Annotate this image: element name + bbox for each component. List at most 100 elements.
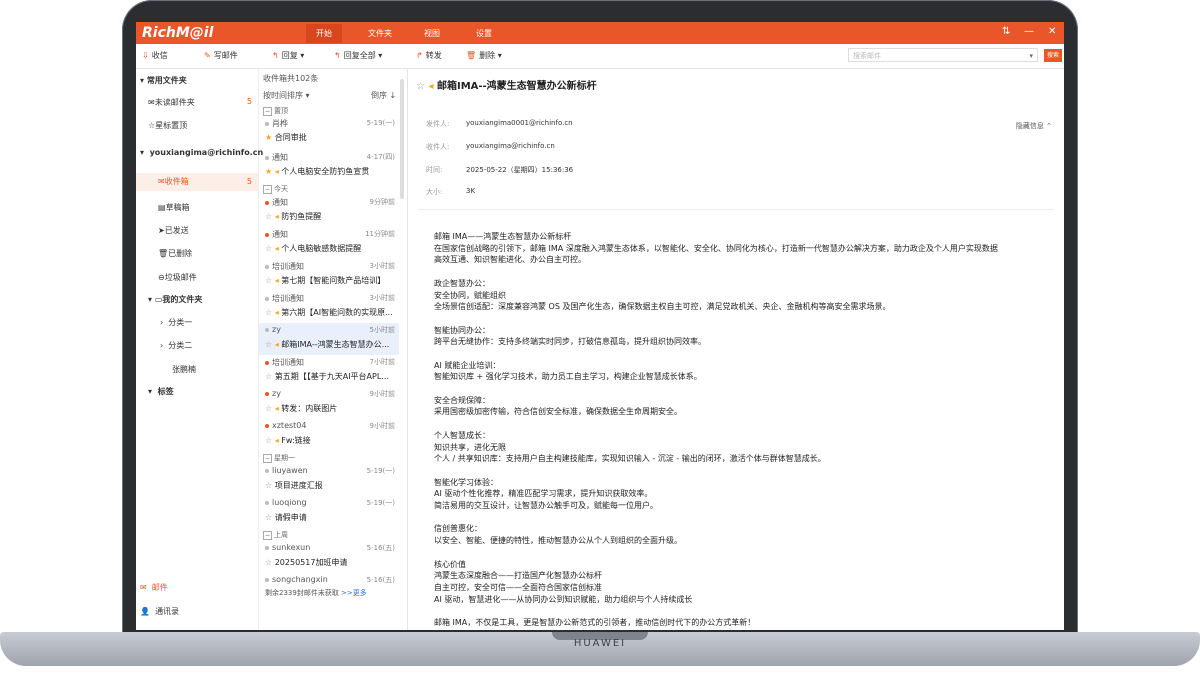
tab-view[interactable]: 视图 — [424, 28, 440, 39]
restore-icon[interactable]: ⇅ — [1002, 26, 1010, 37]
scrollbar[interactable] — [400, 79, 404, 199]
sidebar-item-unread[interactable]: ✉未读邮件夹 5 — [148, 97, 258, 108]
flag-icon[interactable]: ◂ — [275, 404, 279, 413]
sidebar-item-deleted[interactable]: 🗑已删除 — [158, 248, 192, 259]
list-item[interactable]: liuyawen 5-19(一) ☆ 项目进度汇报 — [259, 464, 399, 496]
star-outline-icon[interactable]: ☆ — [265, 340, 272, 349]
reply-all-button[interactable]: ↰ 回复全部 ▾ — [334, 50, 382, 61]
common-folders-header[interactable]: ▾ 常用文件夹 — [140, 75, 187, 86]
star-outline-icon[interactable]: ☆ — [265, 513, 272, 522]
item-from: 培训通知 — [272, 358, 304, 367]
sidebar-item-cat2[interactable]: › 分类二 — [160, 340, 192, 351]
to-value[interactable]: youxiangima@richinfo.cn — [466, 142, 555, 150]
reply-button[interactable]: ↰ 回复 ▾ — [272, 50, 304, 61]
item-time: 5-19(一) — [366, 467, 395, 475]
tab-start[interactable]: 开始 — [306, 24, 342, 43]
section-today[interactable]: − 今天 — [263, 184, 288, 194]
star-icon[interactable]: ★ — [265, 133, 272, 142]
laptop-base: HUAWEI — [0, 632, 1200, 666]
tab-settings[interactable]: 设置 — [476, 28, 492, 39]
body-line: 个人 / 共享知识库：支持用户自主构建技能库，实现知识输入 - 沉淀 - 输出的… — [434, 454, 826, 464]
tab-folder[interactable]: 文件夹 — [368, 28, 392, 39]
list-item[interactable]: 通知 11分钟前 ☆ ◂ 个人电脑敏感数据提醒 — [259, 227, 399, 259]
sidebar-item-zhang[interactable]: 张鹏楠 — [172, 364, 196, 375]
item-time: 9小时前 — [369, 422, 395, 430]
list-item[interactable]: xztest04 9小时前 ☆ ◂ Fw:链接 — [259, 419, 399, 451]
star-outline-icon[interactable]: ☆ — [265, 276, 272, 285]
list-item-selected[interactable]: zy 5小时前 ☆ ◂ 邮箱IMA--鸿蒙生态智慧办公... — [259, 323, 399, 355]
mail-subject: ☆ ◂ 邮箱IMA--鸿蒙生态智慧办公新标杆 — [416, 77, 597, 92]
flag-icon[interactable]: ◂ — [275, 340, 279, 349]
compose-button[interactable]: ✎ 写邮件 — [204, 50, 238, 61]
section-pinned-label: 置顶 — [274, 107, 288, 115]
star-outline-icon[interactable]: ☆ — [265, 436, 272, 445]
item-subject: 项目进度汇报 — [274, 481, 323, 490]
subject-text: 邮箱IMA--鸿蒙生态智慧办公新标杆 — [436, 81, 597, 92]
item-subject: Fw:链接 — [281, 436, 311, 445]
section-pinned[interactable]: − 置顶 — [263, 106, 288, 116]
reply-icon: ↰ — [272, 51, 279, 60]
list-item[interactable]: 通知 4-17(四) ★ ◂ 个人电脑安全防钓鱼宣贯 — [259, 150, 399, 182]
more-link[interactable]: >>更多 — [341, 589, 367, 597]
delete-button[interactable]: 🗑 删除 ▾ — [466, 50, 502, 61]
list-item[interactable]: 肖桦 5-19(一) ★ 合同审批 — [259, 116, 399, 148]
search-button[interactable]: 搜索 — [1044, 49, 1062, 62]
flag-icon[interactable]: ◂ — [275, 436, 279, 445]
search-input[interactable]: 搜索邮件 ▾ — [848, 48, 1038, 62]
from-value[interactable]: youxiangima0001@richinfo.cn — [466, 119, 573, 127]
star-outline-icon[interactable]: ☆ — [265, 404, 272, 413]
list-item[interactable]: zy 9小时前 ☆ ◂ 转发：内联图片 — [259, 387, 399, 419]
star-outline-icon[interactable]: ☆ — [265, 481, 272, 490]
minimize-icon[interactable]: — — [1024, 26, 1034, 37]
sidebar-item-inbox[interactable]: ✉收件箱 5 — [136, 173, 258, 191]
my-folders-header[interactable]: ▾ ▭我的文件夹 — [148, 294, 202, 305]
star-outline-icon[interactable]: ☆ — [265, 558, 272, 567]
forward-button[interactable]: ↱ 转发 — [416, 50, 442, 61]
section-last-week[interactable]: − 上周 — [263, 530, 288, 540]
order-toggle[interactable]: 倒序 ↓ — [371, 90, 396, 101]
sidebar-item-junk[interactable]: ⊖垃圾邮件 — [158, 272, 197, 283]
close-icon[interactable]: ✕ — [1048, 26, 1056, 37]
sort-dropdown[interactable]: 按时间排序 ▾ — [263, 90, 310, 101]
list-item[interactable]: songchangxin 5-16(五) — [259, 573, 399, 587]
star-icon[interactable]: ★ — [265, 167, 272, 176]
item-time: 5-16(五) — [366, 544, 395, 552]
sidebar-item-drafts[interactable]: ▤草稿箱 — [158, 202, 190, 213]
star-outline-icon[interactable]: ☆ — [265, 212, 272, 221]
list-item[interactable]: 培训通知 3小时前 ☆ ◂ 第六期【AI智能问数的实现原... — [259, 291, 399, 323]
body-line: 政企智慧办公： — [434, 278, 490, 288]
sidebar-item-cat1[interactable]: › 分类一 — [160, 317, 192, 328]
list-item[interactable]: 通知 9分钟前 ☆ ◂ 防钓鱼提醒 — [259, 195, 399, 227]
star-outline-icon[interactable]: ☆ — [265, 244, 272, 253]
flag-icon[interactable]: ◂ — [428, 81, 433, 92]
star-outline-icon[interactable]: ☆ — [265, 308, 272, 317]
list-item[interactable]: sunkexun 5-16(五) ☆ 20250517加班申请 — [259, 541, 399, 573]
list-item[interactable]: 培训通知 3小时前 ☆ ◂ 第七期【智能问数产品培训】 — [259, 259, 399, 291]
nav-mail[interactable]: ✉ 邮件 — [140, 582, 168, 593]
section-monday[interactable]: − 星期一 — [263, 453, 295, 463]
list-item[interactable]: luoqiong 5-19(一) ☆ 请假申请 — [259, 496, 399, 528]
hide-info-toggle[interactable]: 隐藏信息 ⌃ — [1016, 121, 1052, 131]
star-outline-icon[interactable]: ☆ — [265, 372, 272, 381]
receive-button[interactable]: ⇩ 收信 — [142, 50, 168, 61]
flag-icon[interactable]: ◂ — [275, 167, 279, 176]
hide-info-label: 隐藏信息 — [1015, 122, 1044, 130]
flag-icon[interactable]: ◂ — [275, 308, 279, 317]
body-line: 全场景信创适配：深度兼容鸿蒙 OS 及国产化生态，确保数据主权自主可控，满足党政… — [434, 302, 891, 312]
item-from: 通知 — [272, 198, 288, 207]
list-item[interactable]: 培训通知 7小时前 ☆ 第五期【【基于九天AI平台APL... — [259, 355, 399, 387]
flag-icon[interactable]: ◂ — [275, 276, 279, 285]
account-header[interactable]: ▾ youxiangima@richinfo.cn — [140, 148, 263, 157]
flag-icon[interactable]: ◂ — [275, 244, 279, 253]
tags-header[interactable]: ▾ 标签 — [148, 386, 174, 397]
sidebar-item-starred[interactable]: ☆星标置顶 — [148, 120, 187, 131]
sidebar-item-sent[interactable]: ➤已发送 — [158, 225, 189, 236]
star-outline-icon[interactable]: ☆ — [416, 81, 425, 92]
mail-icon: ✉ — [140, 583, 147, 592]
flag-icon[interactable]: ◂ — [275, 212, 279, 221]
nav-contacts[interactable]: 👤 通讯录 — [140, 606, 179, 617]
deleted-label: 已删除 — [168, 249, 193, 258]
chevron-down-icon[interactable]: ▾ — [1029, 49, 1033, 63]
read-dot — [265, 155, 269, 160]
item-time: 5-19(一) — [366, 119, 395, 127]
